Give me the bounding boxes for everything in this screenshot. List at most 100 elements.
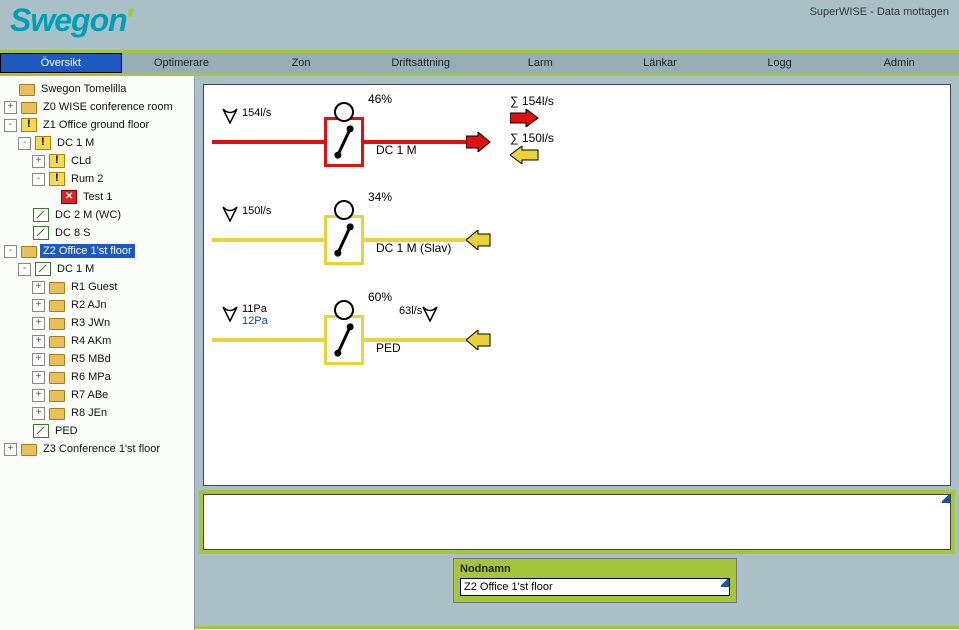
tree-label: R5 MBd bbox=[68, 352, 114, 366]
tree-label: R4 AKm bbox=[68, 334, 114, 348]
tree-row[interactable]: + R5 MBd bbox=[4, 350, 194, 368]
main-nav: ÖversiktOptimerareZonDriftsättningLarmLä… bbox=[0, 50, 959, 76]
tree-row[interactable]: + R4 AKm bbox=[4, 332, 194, 350]
folder-icon bbox=[49, 336, 65, 348]
damper-ped[interactable] bbox=[324, 315, 364, 365]
collapse-icon[interactable]: - bbox=[4, 119, 17, 132]
tree-label: Test 1 bbox=[80, 190, 115, 204]
expand-icon[interactable]: + bbox=[32, 335, 45, 348]
nav-zon[interactable]: Zon bbox=[241, 53, 361, 73]
tree-row[interactable]: -DC 1 M bbox=[4, 134, 194, 152]
antenna-icon bbox=[222, 306, 238, 322]
tree-label: DC 2 M (WC) bbox=[52, 208, 124, 222]
expand-icon[interactable]: + bbox=[4, 443, 17, 456]
folder-icon bbox=[19, 84, 35, 96]
damper-pct: 60% bbox=[368, 290, 392, 304]
folder-icon bbox=[49, 300, 65, 312]
logo: Swegon′ bbox=[10, 4, 133, 36]
tree-row[interactable]: - DC 1 M bbox=[4, 260, 194, 278]
tree-row[interactable]: + R8 JEn bbox=[4, 404, 194, 422]
antenna-icon bbox=[222, 206, 238, 222]
notes-area[interactable] bbox=[203, 494, 951, 550]
collapse-icon[interactable]: - bbox=[18, 137, 31, 150]
collapse-icon[interactable]: - bbox=[4, 245, 17, 258]
tree-label: DC 1 M bbox=[54, 262, 97, 276]
antenna-icon bbox=[422, 306, 438, 322]
expand-icon[interactable]: + bbox=[32, 407, 45, 420]
spacer bbox=[4, 84, 15, 95]
nav-driftsättning[interactable]: Driftsättning bbox=[361, 53, 481, 73]
tree-label: R1 Guest bbox=[68, 280, 120, 294]
tree-label: R7 ABe bbox=[68, 388, 111, 402]
expand-icon[interactable]: + bbox=[32, 371, 45, 384]
tree-label: DC 8 S bbox=[52, 226, 93, 240]
nav-logg[interactable]: Logg bbox=[720, 53, 840, 73]
tree-label: PED bbox=[52, 424, 81, 438]
diagram-canvas: 154l/s 46% DC 1 M ∑ 154l/s ∑ 150l/s 150l… bbox=[203, 84, 951, 486]
folder-icon bbox=[49, 390, 65, 402]
tree-row[interactable]: + R1 Guest bbox=[4, 278, 194, 296]
tree-label: R3 JWn bbox=[68, 316, 113, 330]
tree-row[interactable]: PED bbox=[4, 422, 194, 440]
ok-icon bbox=[35, 262, 51, 276]
sum-supply: ∑ 154l/s bbox=[510, 94, 554, 108]
warn-icon bbox=[21, 118, 37, 132]
folder-icon bbox=[21, 246, 37, 258]
expand-icon[interactable]: + bbox=[32, 353, 45, 366]
tree-label: Swegon Tomelilla bbox=[38, 82, 129, 96]
tree-row[interactable]: + R6 MPa bbox=[4, 368, 194, 386]
tree-row[interactable]: +CLd bbox=[4, 152, 194, 170]
tree-label: Z3 Conference 1'st floor bbox=[40, 442, 163, 456]
tree-row[interactable]: + R2 AJn bbox=[4, 296, 194, 314]
tree-row[interactable]: DC 8 S bbox=[4, 224, 194, 242]
nav-admin[interactable]: Admin bbox=[839, 53, 959, 73]
tree-row[interactable]: + R3 JWn bbox=[4, 314, 194, 332]
tree-row[interactable]: -Rum 2 bbox=[4, 170, 194, 188]
tree-row[interactable]: Test 1 bbox=[4, 188, 194, 206]
tree-label: Z0 WISE conference room bbox=[40, 100, 176, 114]
folder-icon bbox=[49, 354, 65, 366]
tree-row[interactable]: + Z3 Conference 1'st floor bbox=[4, 440, 194, 458]
tree-row[interactable]: + Z0 WISE conference room bbox=[4, 98, 194, 116]
collapse-icon[interactable]: - bbox=[32, 173, 45, 186]
tree-label: Z1 Office ground floor bbox=[40, 118, 152, 132]
antenna-value: 154l/s bbox=[242, 107, 271, 119]
arrow-left-icon bbox=[466, 230, 492, 250]
folder-icon bbox=[49, 318, 65, 330]
tree-row[interactable]: + R7 ABe bbox=[4, 386, 194, 404]
nav-översikt[interactable]: Översikt bbox=[0, 53, 122, 73]
tree-row[interactable]: DC 2 M (WC) bbox=[4, 206, 194, 224]
folder-icon bbox=[21, 444, 37, 456]
warn-icon bbox=[49, 172, 65, 186]
nav-larm[interactable]: Larm bbox=[481, 53, 601, 73]
tree-label: R6 MPa bbox=[68, 370, 114, 384]
damper-dc1m[interactable] bbox=[324, 117, 364, 167]
folder-icon bbox=[49, 372, 65, 384]
tree-row[interactable]: - Z1 Office ground floor bbox=[4, 116, 194, 134]
expand-icon[interactable]: + bbox=[32, 299, 45, 312]
nav-optimerare[interactable]: Optimerare bbox=[122, 53, 242, 73]
antenna-icon bbox=[222, 108, 238, 124]
nav-länkar[interactable]: Länkar bbox=[600, 53, 720, 73]
nodename-input[interactable] bbox=[460, 578, 730, 596]
damper-dc1m-slav[interactable] bbox=[324, 215, 364, 265]
expand-icon[interactable]: + bbox=[32, 317, 45, 330]
tree-row[interactable]: -Z2 Office 1'st floor bbox=[4, 242, 194, 260]
expand-icon[interactable]: + bbox=[4, 101, 17, 114]
warn-icon bbox=[35, 136, 51, 150]
expand-icon[interactable]: + bbox=[32, 281, 45, 294]
pressure-value: 11Pa bbox=[242, 303, 267, 315]
sum-exhaust: ∑ 150l/s bbox=[510, 131, 554, 145]
antenna-value: 150l/s bbox=[242, 205, 271, 217]
damper-pct: 46% bbox=[368, 92, 392, 106]
tree-panel[interactable]: Swegon Tomelilla + Z0 WISE conference room… bbox=[0, 76, 195, 630]
expand-icon[interactable]: + bbox=[32, 389, 45, 402]
tree-label: R8 JEn bbox=[68, 406, 110, 420]
tree-row[interactable]: Swegon Tomelilla bbox=[4, 80, 194, 98]
expand-icon[interactable]: + bbox=[32, 155, 45, 168]
ok-icon bbox=[33, 226, 49, 240]
tree-label: R2 AJn bbox=[68, 298, 109, 312]
spacer bbox=[18, 210, 29, 221]
collapse-icon[interactable]: - bbox=[18, 263, 31, 276]
damper-name: PED bbox=[376, 341, 401, 355]
